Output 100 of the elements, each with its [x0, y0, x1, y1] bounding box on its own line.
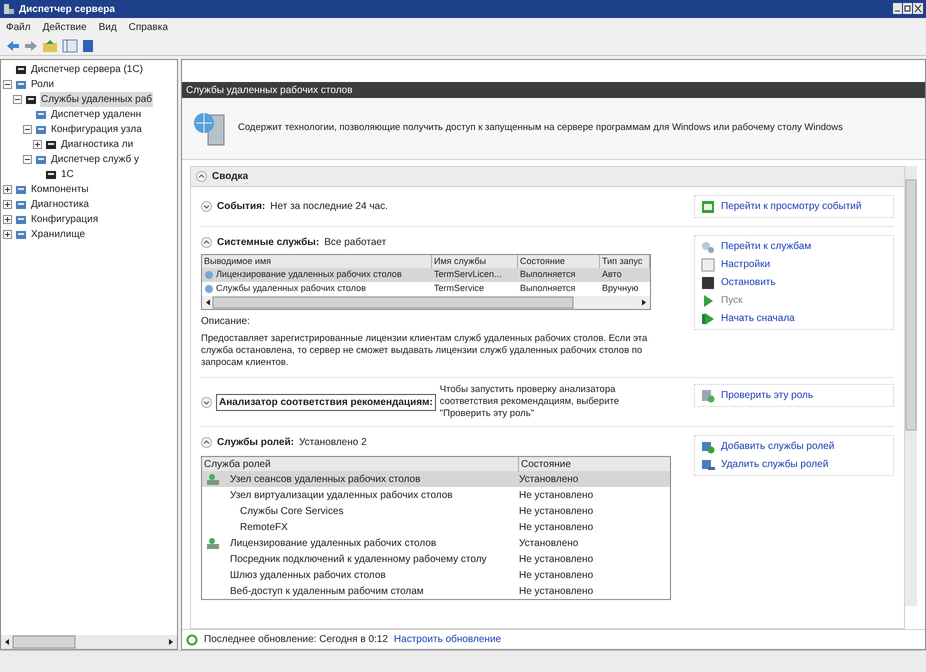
action-link[interactable]: Настройки: [721, 257, 770, 272]
section-status: Чтобы запустить проверку анализатора соответствия рекомендациям, выберите "Проверить эту роль": [440, 384, 620, 420]
action-link[interactable]: Остановить: [721, 275, 776, 290]
page-title: Службы удаленных рабочих столов: [186, 84, 353, 98]
table-cell-text: Выполняется: [520, 268, 576, 282]
table-cell-text: Не установлено: [519, 552, 594, 566]
table-row[interactable]: Службы удаленных рабочих столов TermService Выполняется Вручную: [202, 282, 650, 296]
table-cell-text: Установлено: [519, 472, 578, 486]
section-label: События:: [217, 200, 266, 214]
tree-item[interactable]: Конфигурация узла: [50, 122, 143, 137]
action-link[interactable]: Начать сначала: [721, 311, 795, 326]
node-icon: [15, 184, 27, 196]
expand-icon[interactable]: [3, 185, 12, 194]
table-row[interactable]: Узел виртуализации удаленных рабочих столов Не установлено: [202, 487, 670, 503]
table-cell-text: Веб-доступ к удаленным рабочим столам: [229, 584, 425, 598]
menu-item[interactable]: Вид: [98, 20, 117, 34]
horizontal-scrollbar[interactable]: [1, 635, 177, 649]
menu-item[interactable]: Действие: [42, 20, 87, 34]
forward-icon[interactable]: [24, 40, 38, 52]
collapse-icon[interactable]: [3, 80, 12, 89]
table-cell-text: Шлюз удаленных рабочих столов: [229, 568, 387, 582]
action-link[interactable]: Добавить службы ролей: [721, 439, 834, 454]
column-header[interactable]: Состояние: [519, 456, 573, 472]
table-cell-text: Не установлено: [519, 488, 594, 502]
table-row[interactable]: RemoteFX Не установлено: [202, 519, 670, 535]
server-manager-icon: [3, 3, 15, 15]
table-cell-text: TermServLicen...: [434, 268, 502, 282]
table-row[interactable]: Веб-доступ к удаленным рабочим столам Не установлено: [202, 583, 670, 599]
tree-item[interactable]: Конфигурация: [30, 212, 100, 227]
service-description: Предоставляет зарегистрированные лицензии клиентам служб удаленных рабочих столов. Если эта служба остановлена, то сервер не сможет выдавать лицензии служб удаленных рабочих столов по запросам клиентов.: [201, 333, 648, 369]
table-cell-text: Лицензирование удаленных рабочих столов: [229, 536, 438, 550]
table-cell-text: Службы Core Services: [239, 504, 344, 518]
tree-item[interactable]: 1C: [60, 167, 75, 182]
table-cell-text: Авто: [602, 268, 622, 282]
table-cell-text: Выполняется: [520, 282, 576, 296]
table-row[interactable]: Лицензирование удаленных рабочих столов TermServLicen... Выполняется Авто: [202, 268, 650, 282]
node-icon: [15, 198, 27, 210]
collapse-icon[interactable]: [13, 95, 22, 104]
table-cell-text: Не установлено: [519, 520, 594, 534]
tree-item[interactable]: Диагностика: [30, 197, 90, 212]
table-row[interactable]: Шлюз удаленных рабочих столов Не установлено: [202, 567, 670, 583]
node-icon: [35, 124, 47, 136]
installed-icon: [206, 472, 220, 486]
refresh-icon[interactable]: [186, 634, 198, 646]
section-status: Нет за последние 24 час.: [270, 200, 388, 214]
table-row[interactable]: Узел сеансов удаленных рабочих столов Установлено: [202, 471, 670, 487]
collapse-icon[interactable]: [23, 125, 32, 134]
menu-item[interactable]: Файл: [6, 20, 31, 34]
node-icon: [15, 64, 27, 76]
menu-item[interactable]: Справка: [128, 20, 168, 34]
table-cell-text: Не установлено: [519, 568, 594, 582]
table-cell-text: Узел сеансов удаленных рабочих столов: [229, 472, 422, 486]
horizontal-scrollbar[interactable]: [202, 296, 650, 309]
tree-item[interactable]: Диспетчер сервера (1C): [30, 62, 144, 77]
window-controls-icon[interactable]: [893, 3, 923, 15]
add-roles-icon: [701, 440, 715, 454]
node-icon: [35, 154, 47, 166]
action-link[interactable]: Перейти к службам: [721, 239, 812, 254]
back-icon[interactable]: [6, 40, 20, 52]
tree-item[interactable]: Хранилище: [30, 227, 86, 242]
expand-icon[interactable]: [3, 230, 12, 239]
table-cell-text: TermService: [434, 282, 484, 296]
installed-icon: [206, 536, 220, 550]
section-label: Службы ролей:: [217, 436, 294, 450]
tree-item[interactable]: Службы удаленных раб: [40, 92, 153, 107]
table-cell-text: Посредник подключений к удаленному рабочему столу: [229, 552, 488, 566]
table-cell-text: RemoteFX: [239, 520, 289, 534]
up-folder-icon[interactable]: [42, 38, 58, 52]
node-icon: [45, 138, 57, 150]
expand-icon[interactable]: [3, 215, 12, 224]
properties-icon: [701, 258, 715, 272]
tree-item[interactable]: Компоненты: [30, 182, 90, 197]
section-status: Все работает: [324, 236, 386, 250]
action-link[interactable]: Удалить службы ролей: [721, 457, 828, 472]
section-label: Анализатор соответствия рекомендациям:: [216, 394, 436, 410]
tree-item[interactable]: Роли: [30, 77, 55, 92]
node-icon: [15, 214, 27, 226]
tree-item[interactable]: Диагностика ли: [60, 137, 134, 152]
stop-icon: [701, 276, 715, 290]
table-cell-text: Установлено: [519, 536, 578, 550]
table-row[interactable]: Лицензирование удаленных рабочих столов Установлено: [202, 535, 670, 551]
section-title: Сводка: [212, 170, 248, 184]
role-description: Содержит технологии, позволяющие получить доступ к запущенным на сервере программам для Windows или рабочему столу Windows: [238, 121, 843, 136]
table-row[interactable]: Посредник подключений к удаленному рабочему столу Не установлено: [202, 551, 670, 567]
table-cell-text: Вручную: [602, 282, 638, 296]
vertical-scrollbar[interactable]: [905, 166, 917, 606]
node-icon: [15, 78, 27, 90]
table-cell-text: Не установлено: [519, 504, 594, 518]
last-update-text: Последнее обновление: Сегодня в 0:12: [204, 633, 388, 647]
expand-icon[interactable]: [3, 200, 12, 209]
console-tree-icon[interactable]: [62, 38, 78, 52]
expand-icon[interactable]: [33, 140, 42, 149]
table-row[interactable]: Службы Core Services Не установлено: [202, 503, 670, 519]
section-label: Системные службы:: [217, 236, 320, 250]
configure-refresh-link[interactable]: Настроить обновление: [394, 632, 502, 647]
collapse-icon[interactable]: [23, 155, 32, 164]
remove-roles-icon: [701, 458, 715, 472]
table-cell-text: Не установлено: [519, 584, 594, 598]
tree-item[interactable]: Диспетчер служб у: [50, 152, 140, 167]
tree-item[interactable]: Диспетчер удаленн: [50, 107, 142, 122]
